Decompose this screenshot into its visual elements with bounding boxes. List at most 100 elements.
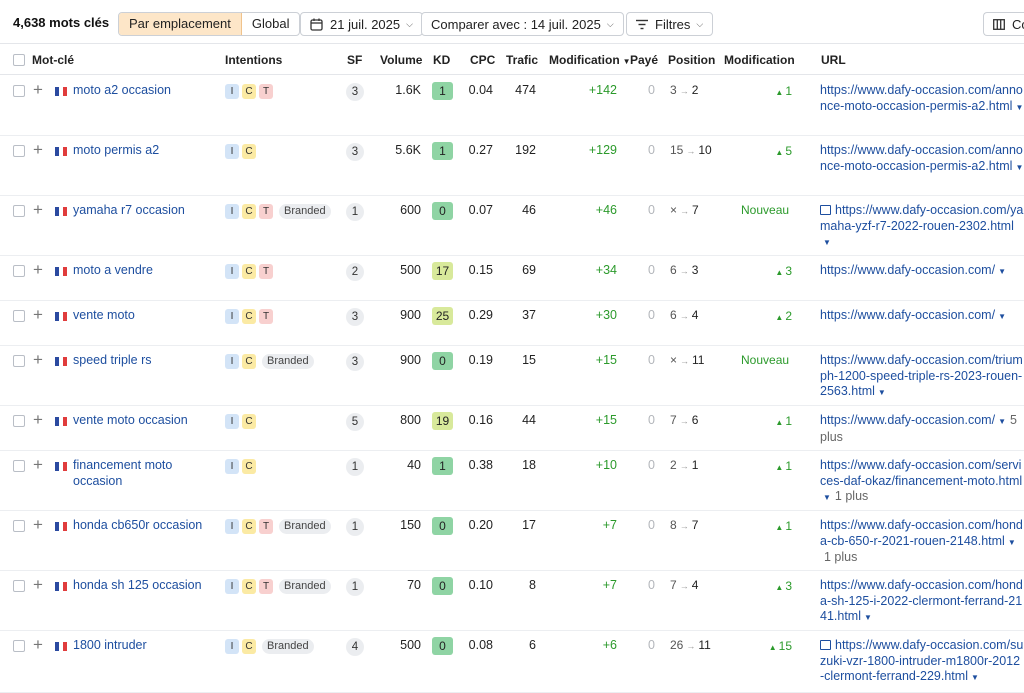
serp-features-count[interactable]: 3 bbox=[346, 308, 364, 326]
serp-features-count[interactable]: 1 bbox=[346, 518, 364, 536]
col-paid[interactable]: Payé bbox=[630, 53, 658, 67]
flag-fr-icon bbox=[55, 357, 67, 366]
position-to: 11 bbox=[692, 353, 705, 367]
keyword-link[interactable]: financement moto occasion bbox=[73, 458, 213, 489]
traffic-change-value: +15 bbox=[595, 353, 617, 367]
keyword-link[interactable]: honda sh 125 occasion bbox=[73, 578, 213, 594]
triangle-up-icon: ▲ bbox=[775, 313, 784, 322]
columns-button[interactable]: Co bbox=[983, 12, 1024, 36]
col-keyword[interactable]: Mot-clé bbox=[32, 53, 74, 67]
add-icon[interactable]: + bbox=[33, 306, 43, 323]
keyword-link[interactable]: 1800 intruder bbox=[73, 638, 213, 654]
url-link[interactable]: https://www.dafy-occasion.com/annonce-mo… bbox=[820, 83, 1023, 113]
col-volume[interactable]: Volume bbox=[380, 53, 422, 67]
add-icon[interactable]: + bbox=[33, 456, 43, 473]
row-checkbox[interactable] bbox=[13, 85, 25, 97]
add-icon[interactable]: + bbox=[33, 261, 43, 278]
more-urls-link[interactable]: 1 plus bbox=[835, 489, 868, 503]
url-link[interactable]: https://www.dafy-occasion.com/ bbox=[820, 263, 995, 277]
col-traffic-change[interactable]: Modification ▼ bbox=[549, 53, 631, 67]
row-checkbox[interactable] bbox=[13, 520, 25, 532]
serp-features-count[interactable]: 1 bbox=[346, 203, 364, 221]
serp-features-count[interactable]: 2 bbox=[346, 263, 364, 281]
row-checkbox[interactable] bbox=[13, 415, 25, 427]
serp-features-count[interactable]: 1 bbox=[346, 578, 364, 596]
dropdown-caret-icon[interactable]: ▼ bbox=[864, 613, 872, 622]
col-intents[interactable]: Intentions bbox=[225, 53, 282, 67]
dropdown-caret-icon[interactable]: ▼ bbox=[998, 267, 1006, 276]
compare-date-button[interactable]: Comparer avec : 14 juil. 2025 ⌵ bbox=[421, 12, 624, 36]
url-link[interactable]: https://www.dafy-occasion.com/services-d… bbox=[820, 458, 1022, 488]
scope-global-button[interactable]: Global bbox=[242, 13, 300, 35]
add-icon[interactable]: + bbox=[33, 576, 43, 593]
row-checkbox[interactable] bbox=[13, 205, 25, 217]
url-link[interactable]: https://www.dafy-occasion.com/honda-sh-1… bbox=[820, 578, 1023, 623]
dropdown-caret-icon[interactable]: ▼ bbox=[998, 417, 1006, 426]
row-checkbox[interactable] bbox=[13, 265, 25, 277]
add-icon[interactable]: + bbox=[33, 411, 43, 428]
columns-label: Co bbox=[1012, 16, 1024, 32]
url-link[interactable]: https://www.dafy-occasion.com/triumph-12… bbox=[820, 353, 1023, 398]
row-checkbox[interactable] bbox=[13, 460, 25, 472]
intent-badge: C bbox=[242, 639, 256, 654]
keyword-link[interactable]: vente moto bbox=[73, 308, 213, 324]
serp-features-count[interactable]: 3 bbox=[346, 83, 364, 101]
serp-features-count[interactable]: 3 bbox=[346, 353, 364, 371]
add-icon[interactable]: + bbox=[33, 516, 43, 533]
row-checkbox[interactable] bbox=[13, 640, 25, 652]
url-link[interactable]: https://www.dafy-occasion.com/annonce-mo… bbox=[820, 143, 1023, 173]
col-position-change[interactable]: Modification bbox=[724, 53, 795, 67]
add-icon[interactable]: + bbox=[33, 351, 43, 368]
dropdown-caret-icon[interactable]: ▼ bbox=[823, 238, 831, 247]
url-link[interactable]: https://www.dafy-occasion.com/suzuki-vzr… bbox=[820, 638, 1023, 683]
dropdown-caret-icon[interactable]: ▼ bbox=[1015, 103, 1023, 112]
serp-features-count[interactable]: 4 bbox=[346, 638, 364, 656]
flag-fr-icon bbox=[55, 207, 67, 216]
dropdown-caret-icon[interactable]: ▼ bbox=[971, 673, 979, 682]
select-all-checkbox[interactable] bbox=[13, 54, 25, 66]
keyword-link[interactable]: honda cb650r occasion bbox=[73, 518, 213, 534]
more-urls-link[interactable]: 1 plus bbox=[824, 550, 857, 564]
url-link[interactable]: https://www.dafy-occasion.com/ bbox=[820, 308, 995, 322]
add-icon[interactable]: + bbox=[33, 81, 43, 98]
row-checkbox[interactable] bbox=[13, 310, 25, 322]
volume-value: 500 bbox=[400, 638, 421, 652]
add-icon[interactable]: + bbox=[33, 141, 43, 158]
intent-badge: T bbox=[259, 519, 273, 534]
keyword-link[interactable]: moto a vendre bbox=[73, 263, 213, 279]
traffic-change-value: +46 bbox=[595, 203, 617, 217]
serp-features-count[interactable]: 3 bbox=[346, 143, 364, 161]
row-checkbox[interactable] bbox=[13, 145, 25, 157]
url-link[interactable]: https://www.dafy-occasion.com/ bbox=[820, 413, 995, 427]
col-traffic[interactable]: Trafic bbox=[506, 53, 538, 67]
scope-by-location-button[interactable]: Par emplacement bbox=[119, 13, 242, 35]
dropdown-caret-icon[interactable]: ▼ bbox=[1015, 163, 1023, 172]
filters-button[interactable]: Filtres ⌵ bbox=[626, 12, 714, 36]
date-picker-button[interactable]: 21 juil. 2025 ⌵ bbox=[300, 12, 423, 36]
row-checkbox[interactable] bbox=[13, 355, 25, 367]
add-icon[interactable]: + bbox=[33, 201, 43, 218]
url-link[interactable]: https://www.dafy-occasion.com/honda-cb-6… bbox=[820, 518, 1023, 548]
dropdown-caret-icon[interactable]: ▼ bbox=[1008, 538, 1016, 547]
arrow-right-icon: → bbox=[679, 416, 689, 426]
keyword-link[interactable]: moto a2 occasion bbox=[73, 83, 213, 99]
url-link[interactable]: https://www.dafy-occasion.com/yamaha-yzf… bbox=[820, 203, 1023, 233]
keyword-link[interactable]: vente moto occasion bbox=[73, 413, 213, 429]
intent-badge: C bbox=[242, 144, 256, 159]
col-cpc[interactable]: CPC bbox=[470, 53, 495, 67]
keyword-link[interactable]: yamaha r7 occasion bbox=[73, 203, 213, 219]
keyword-link[interactable]: speed triple rs bbox=[73, 353, 213, 369]
position-change: 6 → 3 bbox=[670, 263, 698, 277]
col-sf[interactable]: SF bbox=[347, 53, 362, 67]
add-icon[interactable]: + bbox=[33, 636, 43, 653]
row-checkbox[interactable] bbox=[13, 580, 25, 592]
col-url[interactable]: URL bbox=[821, 53, 846, 67]
col-position[interactable]: Position bbox=[668, 53, 715, 67]
col-kd[interactable]: KD bbox=[433, 53, 450, 67]
serp-features-count[interactable]: 5 bbox=[346, 413, 364, 431]
serp-features-count[interactable]: 1 bbox=[346, 458, 364, 476]
keyword-link[interactable]: moto permis a2 bbox=[73, 143, 213, 159]
dropdown-caret-icon[interactable]: ▼ bbox=[878, 388, 886, 397]
dropdown-caret-icon[interactable]: ▼ bbox=[823, 493, 831, 502]
dropdown-caret-icon[interactable]: ▼ bbox=[998, 312, 1006, 321]
